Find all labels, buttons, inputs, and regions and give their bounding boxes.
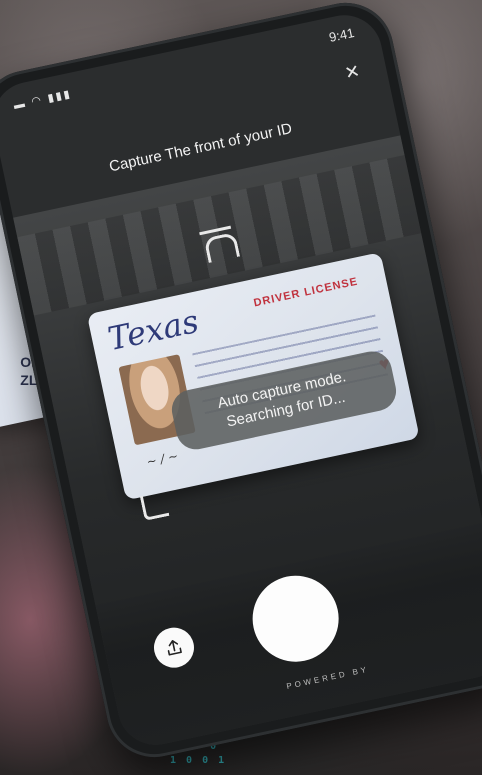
upload-button[interactable] — [150, 623, 198, 672]
shutter-button[interactable] — [244, 567, 347, 670]
upload-icon — [167, 640, 182, 656]
close-icon[interactable]: ✕ — [340, 60, 364, 84]
powered-by-label: POWERED BY — [285, 664, 370, 692]
battery-icon: ▬ — [12, 97, 28, 112]
status-icons: ▬ ◠ ▮▮▮ — [12, 87, 73, 112]
logo-line2: 1 0 0 1 — [170, 755, 227, 766]
wifi-icon: ◠ — [30, 94, 45, 109]
signal-icon: ▮▮▮ — [46, 87, 73, 105]
status-time: 9:41 — [327, 24, 356, 45]
frame-corner-bottom-left — [139, 491, 170, 521]
